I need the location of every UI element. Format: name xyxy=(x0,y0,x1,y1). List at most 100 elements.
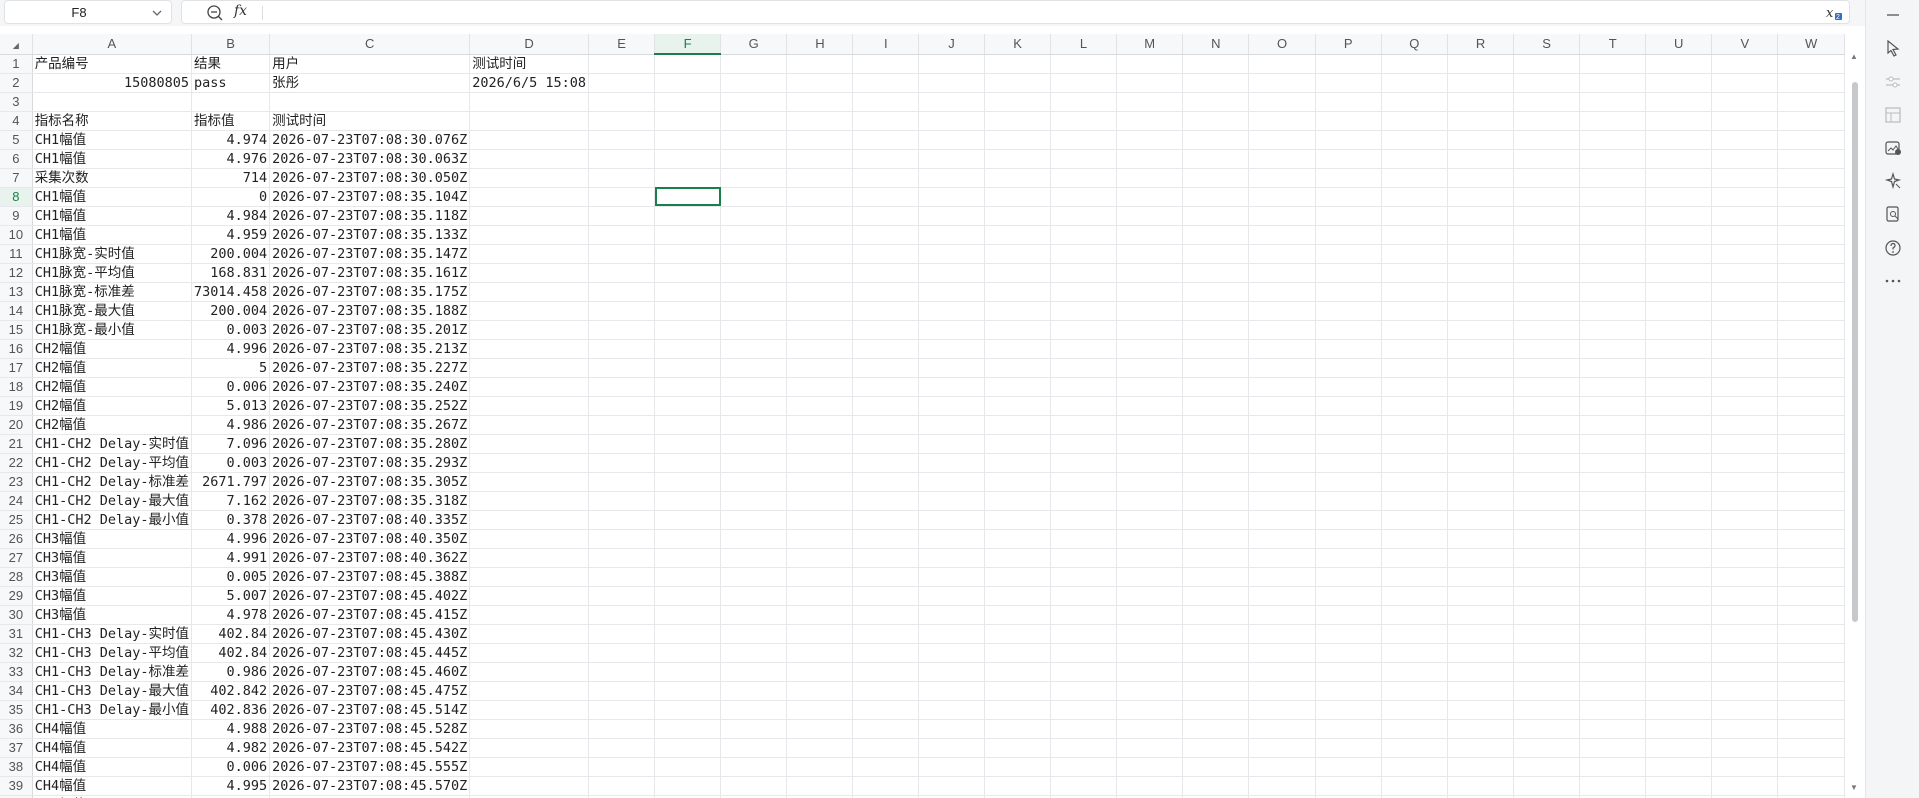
cell-g[interactable] xyxy=(720,415,788,435)
cell-d[interactable] xyxy=(469,358,590,378)
cell-l[interactable] xyxy=(1050,130,1117,150)
cell-e[interactable] xyxy=(588,206,656,226)
cell-q[interactable] xyxy=(1381,491,1448,511)
cell-k[interactable] xyxy=(984,244,1052,264)
cell-t[interactable] xyxy=(1579,282,1647,302)
cell-j[interactable] xyxy=(918,130,985,150)
cell-w[interactable] xyxy=(1777,377,1845,397)
cell-v[interactable] xyxy=(1711,491,1779,511)
cell-h[interactable] xyxy=(786,757,854,777)
cell-s[interactable] xyxy=(1513,415,1581,435)
fx-icon[interactable]: fx xyxy=(234,3,247,19)
cell-q[interactable] xyxy=(1381,358,1448,378)
cell-d[interactable] xyxy=(469,719,590,739)
cell-d[interactable] xyxy=(469,415,590,435)
row-header[interactable]: 15 xyxy=(0,320,33,340)
cell-u[interactable] xyxy=(1645,681,1713,701)
cell-d[interactable] xyxy=(469,510,590,530)
cell-d[interactable] xyxy=(469,92,590,112)
cell-n[interactable] xyxy=(1182,776,1250,796)
cell-t[interactable] xyxy=(1579,757,1647,777)
cell-w[interactable] xyxy=(1777,719,1845,739)
column-header[interactable]: D xyxy=(469,34,590,55)
cell-e[interactable] xyxy=(588,301,656,321)
cell-i[interactable] xyxy=(852,168,920,188)
cell-p[interactable] xyxy=(1315,586,1382,606)
cell-q[interactable] xyxy=(1381,567,1448,587)
row-header[interactable]: 18 xyxy=(0,377,33,397)
cell-d[interactable] xyxy=(469,453,590,473)
cell-o[interactable] xyxy=(1248,415,1316,435)
cell-e[interactable] xyxy=(588,548,656,568)
cell-f[interactable] xyxy=(654,415,722,435)
cell-r[interactable] xyxy=(1447,168,1515,188)
cell-j[interactable] xyxy=(918,643,985,663)
cell-k[interactable] xyxy=(984,54,1052,74)
cell-w[interactable] xyxy=(1777,149,1845,169)
cell-g[interactable] xyxy=(720,662,788,682)
column-header[interactable]: T xyxy=(1579,34,1647,55)
cell-q[interactable] xyxy=(1381,111,1448,131)
scroll-up-icon[interactable]: ▲ xyxy=(1850,52,1858,61)
cell-v[interactable] xyxy=(1711,396,1779,416)
selected-cell[interactable] xyxy=(654,187,722,207)
cell-w[interactable] xyxy=(1777,320,1845,340)
cell-q[interactable] xyxy=(1381,92,1448,112)
cell-t[interactable] xyxy=(1579,225,1647,245)
cell-e[interactable] xyxy=(588,282,656,302)
cell-a[interactable]: CH2幅值 xyxy=(32,339,192,359)
cell-d[interactable] xyxy=(469,605,590,625)
cell-s[interactable] xyxy=(1513,776,1581,796)
cell-t[interactable] xyxy=(1579,681,1647,701)
cell-u[interactable] xyxy=(1645,168,1713,188)
cell-g[interactable] xyxy=(720,54,788,74)
cell-f[interactable] xyxy=(654,263,722,283)
cell-a[interactable]: CH2幅值 xyxy=(32,396,192,416)
cell-d[interactable] xyxy=(469,643,590,663)
cell-h[interactable] xyxy=(786,396,854,416)
cell-o[interactable] xyxy=(1248,263,1316,283)
cell-p[interactable] xyxy=(1315,434,1382,454)
cell-e[interactable] xyxy=(588,377,656,397)
cell-u[interactable] xyxy=(1645,624,1713,644)
cell-i[interactable] xyxy=(852,605,920,625)
cell-h[interactable] xyxy=(786,320,854,340)
row-header[interactable]: 35 xyxy=(0,700,33,720)
cell-j[interactable] xyxy=(918,548,985,568)
cell-r[interactable] xyxy=(1447,453,1515,473)
cell-j[interactable] xyxy=(918,453,985,473)
cell-p[interactable] xyxy=(1315,605,1382,625)
cell-s[interactable] xyxy=(1513,586,1581,606)
cell-i[interactable] xyxy=(852,719,920,739)
cell-c[interactable]: 2026-07-23T07:08:45.514Z xyxy=(269,700,471,720)
cell-d[interactable] xyxy=(469,263,590,283)
cell-p[interactable] xyxy=(1315,624,1382,644)
cell-v[interactable] xyxy=(1711,263,1779,283)
cell-q[interactable] xyxy=(1381,776,1448,796)
cell-j[interactable] xyxy=(918,738,985,758)
cell-i[interactable] xyxy=(852,358,920,378)
cell-e[interactable] xyxy=(588,529,656,549)
column-header[interactable]: S xyxy=(1513,34,1581,55)
cell-e[interactable] xyxy=(588,586,656,606)
cell-a[interactable]: CH1脉宽-最小值 xyxy=(32,320,192,340)
cell-e[interactable] xyxy=(588,719,656,739)
cell-m[interactable] xyxy=(1116,73,1184,93)
cell-i[interactable] xyxy=(852,491,920,511)
column-header[interactable]: O xyxy=(1248,34,1316,55)
cell-o[interactable] xyxy=(1248,206,1316,226)
cell-s[interactable] xyxy=(1513,624,1581,644)
cell-i[interactable] xyxy=(852,548,920,568)
cell-n[interactable] xyxy=(1182,263,1250,283)
cell-j[interactable] xyxy=(918,339,985,359)
row-header[interactable]: 30 xyxy=(0,605,33,625)
cell-n[interactable] xyxy=(1182,73,1250,93)
column-header[interactable]: A xyxy=(32,34,192,55)
cell-l[interactable] xyxy=(1050,434,1117,454)
cell-m[interactable] xyxy=(1116,54,1184,74)
row-header[interactable]: 29 xyxy=(0,586,33,606)
cell-p[interactable] xyxy=(1315,339,1382,359)
cell-t[interactable] xyxy=(1579,662,1647,682)
column-header[interactable]: K xyxy=(984,34,1052,55)
cell-r[interactable] xyxy=(1447,73,1515,93)
